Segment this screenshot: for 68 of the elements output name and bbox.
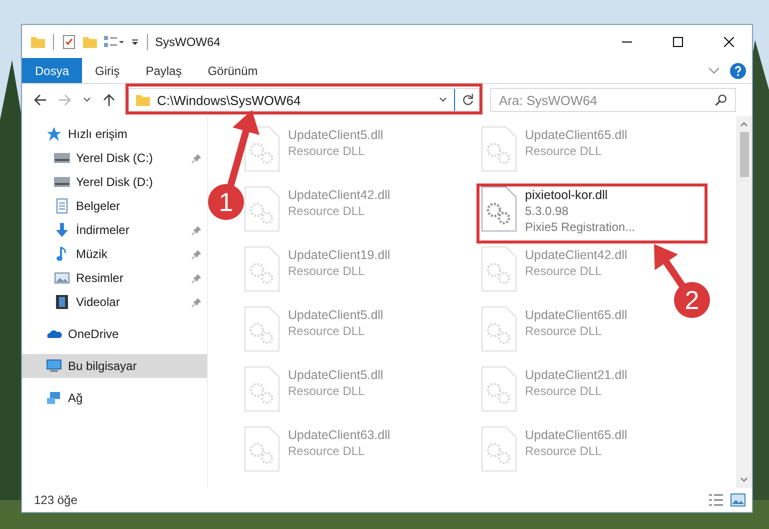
sidebar-item[interactable]: Resimler xyxy=(22,266,207,290)
pin-icon[interactable] xyxy=(191,152,202,164)
file-detail: Resource DLL xyxy=(525,384,603,398)
drive-icon xyxy=(54,174,70,190)
file-detail: Resource DLL xyxy=(525,324,603,338)
sidebar-item[interactable]: Bu bilgisayar xyxy=(22,354,207,378)
folder-icon xyxy=(135,92,151,108)
customize-caret-icon[interactable] xyxy=(130,36,140,46)
file-detail: Resource DLL xyxy=(525,264,603,278)
sidebar-item[interactable]: Yerel Disk (C:) xyxy=(22,146,207,170)
file-detail: Resource DLL xyxy=(288,264,366,278)
file-detail: Pixie5 Registration... xyxy=(525,220,636,234)
pictures-icon xyxy=(54,270,70,286)
file-name[interactable]: pixietool-kor.dll xyxy=(525,188,636,202)
video-icon xyxy=(54,294,70,310)
window-title: SysWOW64 xyxy=(155,34,220,48)
file-detail: Resource DLL xyxy=(288,324,366,338)
drive-icon xyxy=(54,150,70,166)
sidebar-item[interactable]: OneDrive xyxy=(22,322,207,346)
star-icon xyxy=(46,126,62,142)
scrollbar[interactable] xyxy=(736,116,752,488)
sidebar-item[interactable]: Müzik xyxy=(22,242,207,266)
up-icon[interactable] xyxy=(101,92,117,108)
refresh-icon[interactable] xyxy=(461,93,475,107)
download-icon xyxy=(54,222,70,238)
ribbon-tab[interactable]: Dosya xyxy=(22,58,82,83)
step-badge: 1 xyxy=(208,184,244,220)
file-detail: 5.3.0.98 xyxy=(525,204,570,218)
sidebar-item[interactable]: İndirmeler xyxy=(22,218,207,242)
large-icons-view-icon[interactable] xyxy=(730,493,746,507)
pin-icon[interactable] xyxy=(191,272,202,284)
details-view-icon[interactable] xyxy=(708,493,724,507)
file-detail: Resource DLL xyxy=(288,384,366,398)
item-count: 123 öğe xyxy=(34,493,78,507)
network-icon xyxy=(46,390,62,406)
expand-ribbon-icon[interactable] xyxy=(708,66,720,74)
ribbon-tab[interactable]: Paylaş xyxy=(132,58,195,83)
file-gears-icon[interactable] xyxy=(481,186,517,232)
help-icon[interactable] xyxy=(730,62,746,78)
file-detail: Resource DLL xyxy=(288,444,366,458)
pin-icon[interactable] xyxy=(191,296,202,308)
file-detail: Resource DLL xyxy=(288,204,366,218)
ribbon-tab[interactable]: Görünüm xyxy=(194,58,271,83)
search-field[interactable]: Ara: SysWOW64 xyxy=(490,88,736,112)
ribbon-tab[interactable]: Giriş xyxy=(82,58,133,83)
properties-icon[interactable] xyxy=(61,34,77,50)
view-icon[interactable] xyxy=(103,34,125,50)
search-icon[interactable] xyxy=(714,93,728,107)
sidebar-item[interactable]: Belgeler xyxy=(22,194,207,218)
sidebar-item[interactable]: Ağ xyxy=(22,386,207,410)
address-field[interactable]: C:\Windows\SysWOW64 xyxy=(128,88,480,112)
pin-icon[interactable] xyxy=(191,224,202,236)
file-detail: Resource DLL xyxy=(525,444,603,458)
document-icon xyxy=(54,198,70,214)
step-badge: 2 xyxy=(674,282,710,318)
file-detail: Resource DLL xyxy=(288,144,366,158)
sidebar-item[interactable]: Yerel Disk (D:) xyxy=(22,170,207,194)
back-icon[interactable] xyxy=(32,92,48,108)
maximize-icon xyxy=(673,36,683,46)
faded-file-icon[interactable] xyxy=(244,126,280,172)
scroll-thumb[interactable] xyxy=(740,132,748,177)
file-detail: Resource DLL xyxy=(525,144,603,158)
forward-icon[interactable] xyxy=(57,92,73,108)
sidebar-item[interactable]: Hızlı erişim xyxy=(22,122,207,146)
pin-icon[interactable] xyxy=(191,248,202,260)
computer-icon xyxy=(46,358,62,374)
sidebar-item[interactable]: Videolar xyxy=(22,290,207,314)
close-icon xyxy=(724,36,734,46)
